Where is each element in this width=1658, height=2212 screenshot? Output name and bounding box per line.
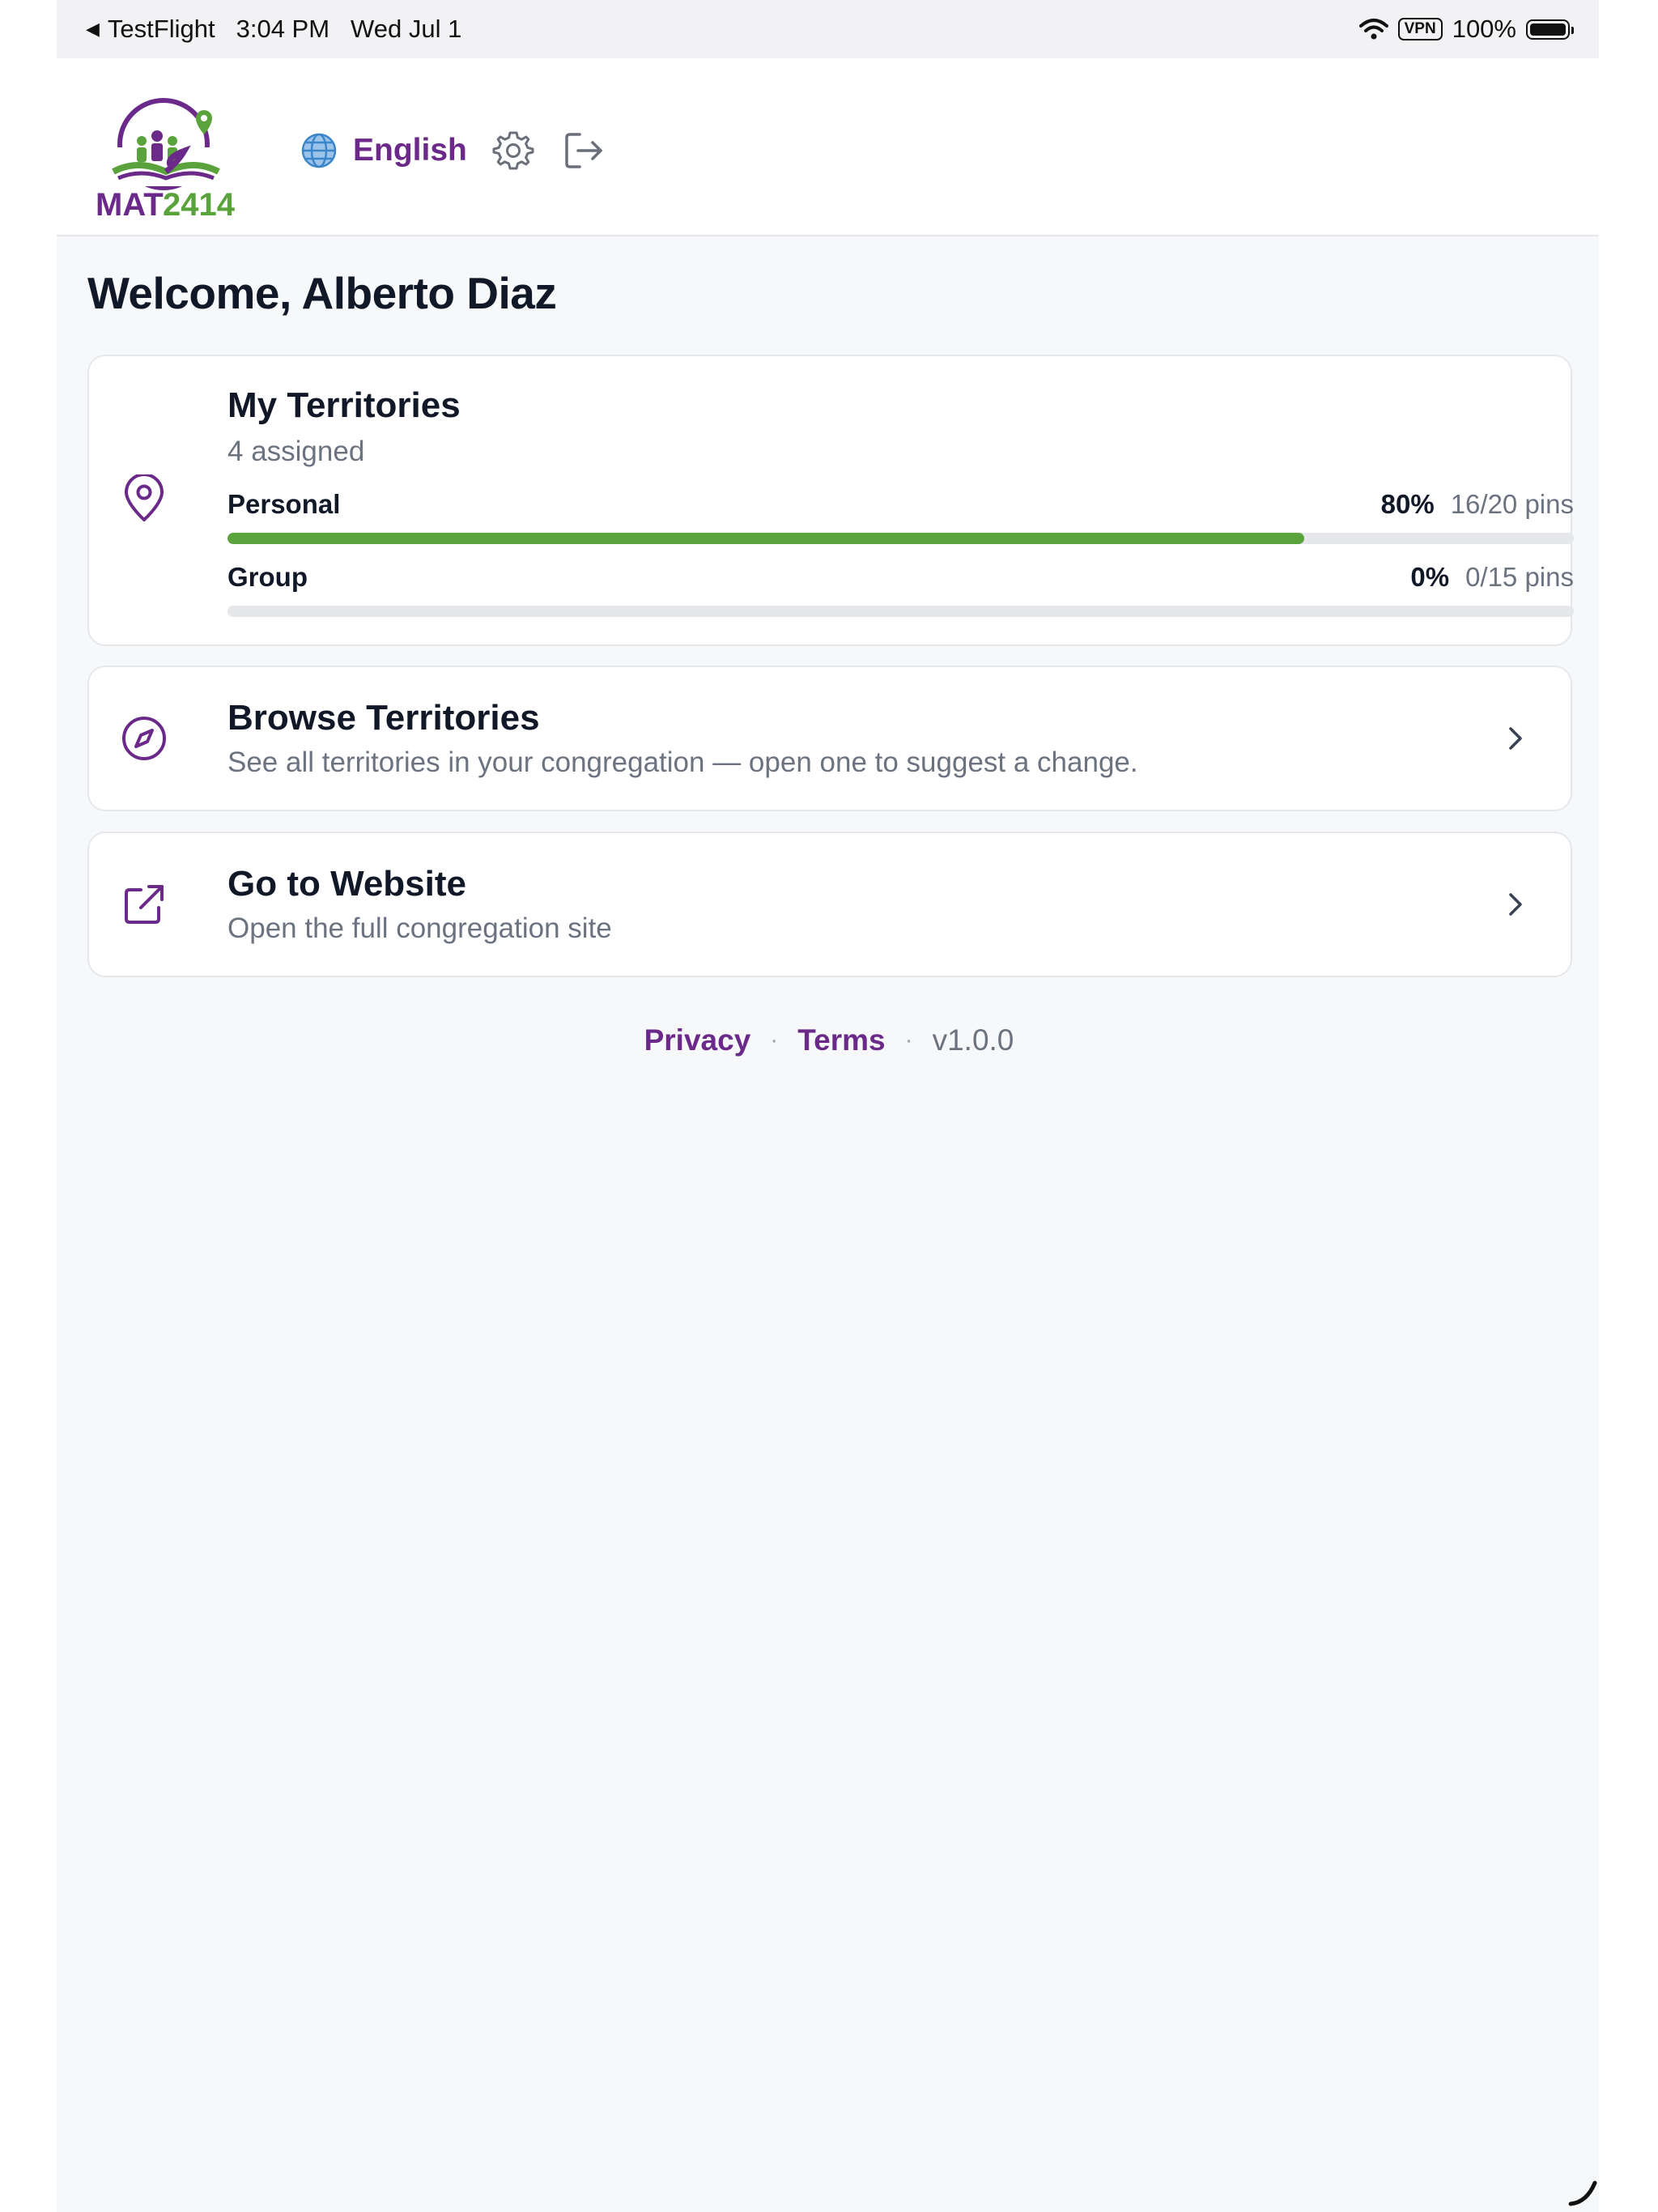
footer: Privacy · Terms · v1.0.0: [0, 1023, 1658, 1057]
app-header: MAT 2414 English: [57, 58, 1599, 236]
progress-personal: Personal 80% 16/20 pins: [227, 489, 1574, 546]
external-link-icon: [125, 885, 164, 924]
footer-separator: ·: [770, 1027, 779, 1053]
progress-group: Group 0% 0/15 pins: [227, 562, 1574, 619]
battery-percent: 100%: [1452, 15, 1516, 43]
gear-icon[interactable]: [491, 128, 536, 173]
globe-icon: [301, 133, 337, 168]
status-time: 3:04 PM: [236, 15, 330, 43]
vpn-badge: VPN: [1397, 18, 1443, 40]
status-bar-left: ◀ TestFlight 3:04 PM Wed Jul 1: [86, 0, 461, 58]
status-date: Wed Jul 1: [351, 15, 462, 43]
terms-link[interactable]: Terms: [797, 1023, 885, 1057]
progress-personal-fill: [227, 533, 1305, 544]
progress-group-meta: 0% 0/15 pins: [1410, 562, 1574, 593]
progress-group-label: Group: [227, 562, 308, 592]
progress-personal-label: Personal: [227, 489, 341, 519]
chevron-right-icon: [1509, 727, 1522, 750]
resize-handle-icon[interactable]: [1567, 2178, 1600, 2207]
privacy-link[interactable]: Privacy: [644, 1023, 751, 1057]
progress-personal-meta: 80% 16/20 pins: [1381, 489, 1574, 520]
go-to-website-title: Go to Website: [227, 864, 466, 904]
back-arrow-icon[interactable]: ◀: [86, 19, 100, 40]
battery-level: [1530, 23, 1566, 36]
logo-text-mat: MAT: [96, 187, 164, 223]
progress-group-percent: 0%: [1410, 562, 1450, 592]
map-pin-icon: [125, 474, 164, 521]
progress-personal-percent: 80%: [1380, 489, 1435, 519]
my-territories-card[interactable]: My Territories 4 assigned Personal 80% 1…: [87, 355, 1574, 646]
compass-icon: [122, 717, 166, 760]
progress-group-track: [227, 606, 1574, 617]
mat2414-logo[interactable]: MAT 2414: [89, 94, 243, 223]
my-territories-title: My Territories: [227, 385, 461, 425]
logout-icon[interactable]: [562, 128, 607, 173]
footer-separator: ·: [904, 1027, 913, 1053]
browse-territories-subtitle: See all territories in your congregation…: [227, 747, 1138, 778]
app-screen: ◀ TestFlight 3:04 PM Wed Jul 1 VPN 100%: [57, 0, 1599, 2212]
go-to-website-card[interactable]: Go to Website Open the full congregation…: [87, 832, 1572, 977]
logo-text-number: 2414: [163, 187, 236, 223]
progress-personal-track: [227, 533, 1574, 544]
version-label: v1.0.0: [932, 1023, 1014, 1057]
back-app-label[interactable]: TestFlight: [108, 15, 215, 44]
go-to-website-subtitle: Open the full congregation site: [227, 912, 612, 944]
language-label[interactable]: English: [353, 133, 467, 168]
welcome-heading: Welcome, Alberto Diaz: [87, 268, 557, 318]
chevron-right-icon: [1509, 893, 1522, 916]
status-bar-right: VPN 100%: [1358, 0, 1574, 58]
status-bar: ◀ TestFlight 3:04 PM Wed Jul 1 VPN 100%: [57, 0, 1599, 58]
battery-icon: [1526, 19, 1574, 40]
wifi-icon: [1358, 19, 1388, 40]
browse-territories-card[interactable]: Browse Territories See all territories i…: [87, 666, 1572, 811]
progress-group-pins: 0/15 pins: [1465, 562, 1574, 592]
progress-personal-pins: 16/20 pins: [1450, 489, 1574, 519]
language-selector[interactable]: English: [300, 126, 467, 175]
my-territories-subtitle: 4 assigned: [227, 436, 365, 467]
browse-territories-title: Browse Territories: [227, 698, 540, 738]
